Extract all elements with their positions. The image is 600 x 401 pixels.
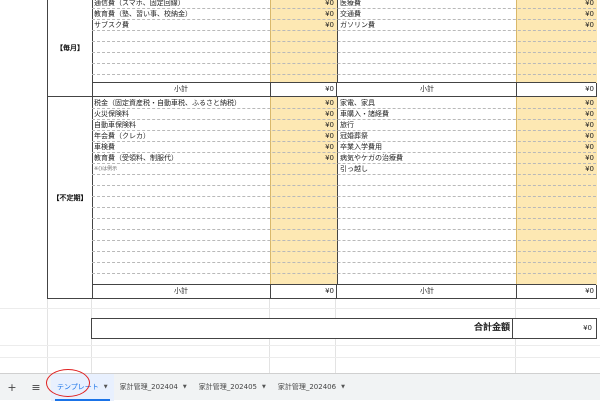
table-row[interactable] <box>92 241 596 252</box>
subtotal-value: ¥0 <box>270 285 336 298</box>
table-row[interactable] <box>92 252 596 263</box>
table-row[interactable]: 車検費 ¥0 卒業入学費用 ¥0 <box>92 142 596 153</box>
tab-label: テンプレート <box>57 383 99 391</box>
subtotal-value: ¥0 <box>516 83 596 96</box>
subtotal-label: 小計 <box>174 85 188 93</box>
table-row[interactable]: ※()は例示 引っ越し ¥0 <box>92 164 596 175</box>
table-row[interactable] <box>92 219 596 230</box>
spreadsheet-grid[interactable]: 【毎月】 通信費（スマホ、固定回線） ¥0 医療費 ¥0 教育費（塾、習い事、校… <box>0 0 600 373</box>
tab-202404[interactable]: 家計管理_202404 ▼ <box>114 374 193 401</box>
total-value[interactable]: ¥0 <box>512 319 596 338</box>
table-row[interactable] <box>92 175 596 186</box>
budget-ledger: 【毎月】 通信費（スマホ、固定回線） ¥0 医療費 ¥0 教育費（塾、習い事、校… <box>47 0 597 299</box>
tab-label: 家計管理_202404 <box>119 383 178 391</box>
table-row[interactable]: サブスク費 ¥0 ガソリン費 ¥0 <box>92 20 596 31</box>
table-row[interactable] <box>92 208 596 219</box>
table-row[interactable] <box>92 263 596 274</box>
monthly-section-label: 【毎月】 <box>48 0 93 96</box>
subtotal-value: ¥0 <box>516 285 596 298</box>
table-row[interactable] <box>92 42 596 53</box>
tab-202405[interactable]: 家計管理_202405 ▼ <box>193 374 272 401</box>
example-note: ※()は例示 <box>94 166 118 172</box>
chevron-down-icon[interactable]: ▼ <box>341 384 345 390</box>
monthly-subtotal-row: 小計 ¥0 小計 ¥0 <box>92 82 596 96</box>
total-row: 合計金額 ¥0 <box>91 318 597 339</box>
irregular-block: 【不定期】 税金（固定資産税・自動車税、ふるさと納税） ¥0 家電、家具 ¥0 … <box>48 97 597 298</box>
irregular-section-label: 【不定期】 <box>48 97 93 298</box>
sheet-tab-bar: + ≡ テンプレート ▼ 家計管理_202404 ▼ 家計管理_202405 ▼… <box>0 373 600 401</box>
table-row[interactable] <box>92 230 596 241</box>
table-row[interactable]: 教育費（受領料、制服代） ¥0 病気やケガの治療費 ¥0 <box>92 153 596 164</box>
subtotal-value: ¥0 <box>270 83 336 96</box>
tab-label: 家計管理_202406 <box>277 383 337 391</box>
table-row[interactable]: 教育費（塾、習い事、校納金） ¥0 交通費 ¥0 <box>92 9 596 20</box>
tab-202406[interactable]: 家計管理_202406 ▼ <box>272 374 351 401</box>
plus-icon[interactable]: + <box>3 378 21 396</box>
table-row[interactable]: 自動車保険料 ¥0 旅行 ¥0 <box>92 120 596 131</box>
irregular-rows: 税金（固定資産税・自動車税、ふるさと納税） ¥0 家電、家具 ¥0 火災保険料 … <box>92 97 596 285</box>
table-row[interactable]: 年会費（クレカ） ¥0 冠婚葬祭 ¥0 <box>92 131 596 142</box>
irregular-subtotal-row: 小計 ¥0 小計 ¥0 <box>92 284 596 298</box>
table-row[interactable]: 通信費（スマホ、固定回線） ¥0 医療費 ¥0 <box>92 0 596 9</box>
table-row[interactable] <box>92 274 596 284</box>
table-row[interactable] <box>92 53 596 64</box>
tab-template[interactable]: テンプレート ▼ <box>51 373 114 401</box>
monthly-rows: 通信費（スマホ、固定回線） ¥0 医療費 ¥0 教育費（塾、習い事、校納金） ¥… <box>92 0 596 83</box>
table-row[interactable] <box>92 31 596 42</box>
monthly-block: 【毎月】 通信費（スマホ、固定回線） ¥0 医療費 ¥0 教育費（塾、習い事、校… <box>48 0 597 97</box>
table-row[interactable]: 税金（固定資産税・自動車税、ふるさと納税） ¥0 家電、家具 ¥0 <box>92 98 596 109</box>
chevron-down-icon[interactable]: ▼ <box>262 384 266 390</box>
chevron-down-icon[interactable]: ▼ <box>104 384 108 390</box>
table-row[interactable] <box>92 64 596 75</box>
table-row[interactable] <box>92 197 596 208</box>
subtotal-label: 小計 <box>336 83 517 96</box>
table-row[interactable]: 火災保険料 ¥0 車購入・諸経費 ¥0 <box>92 109 596 120</box>
subtotal-label: 小計 <box>336 285 517 298</box>
total-label: 合計金額 <box>473 323 510 333</box>
sheet-list-icon[interactable]: ≡ <box>27 378 45 396</box>
table-row[interactable] <box>92 186 596 197</box>
chevron-down-icon[interactable]: ▼ <box>183 384 187 390</box>
subtotal-label: 小計 <box>174 287 188 295</box>
tab-label: 家計管理_202405 <box>198 383 257 391</box>
